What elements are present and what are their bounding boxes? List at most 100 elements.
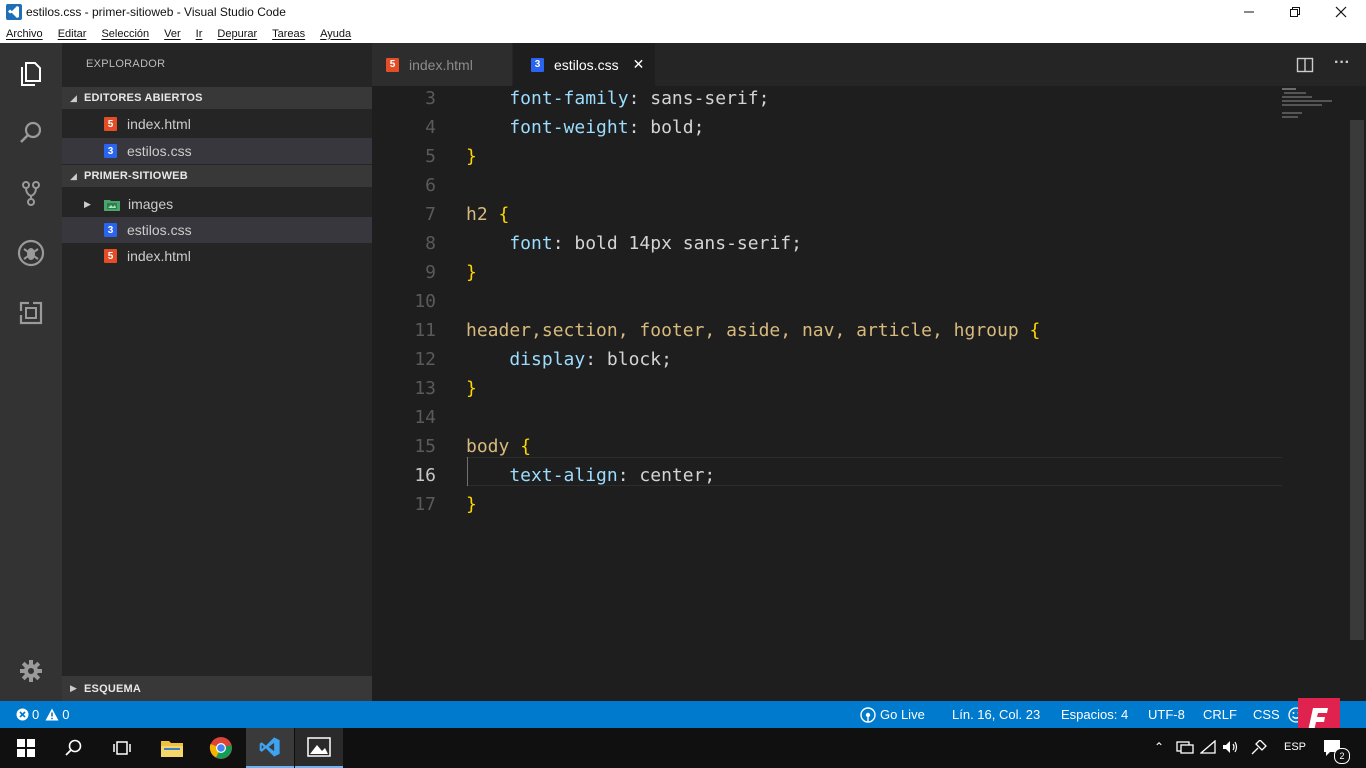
outline-label: ESQUEMA <box>84 682 142 695</box>
code-line[interactable]: body { <box>466 432 531 461</box>
code-editor[interactable]: 3 font-family: sans-serif; 4 font-weight:… <box>372 86 1366 701</box>
status-bar: 0 0 Go Live Lín. 16, Col. 23 Espacios: 4… <box>0 701 1366 728</box>
menu-tareas[interactable]: Tareas <box>270 28 307 40</box>
split-editor-icon[interactable] <box>1296 56 1314 74</box>
chevron-down-icon: ◢ <box>70 170 77 181</box>
line-number: 17 <box>414 494 436 515</box>
line-number: 6 <box>425 175 436 196</box>
menu-bar: Archivo Editar Selección Ver Ir Depurar … <box>0 24 1366 43</box>
menu-ayuda[interactable]: Ayuda <box>318 28 353 40</box>
extensions-icon[interactable] <box>15 297 47 329</box>
chrome-icon[interactable] <box>197 728 245 768</box>
vertical-scrollbar[interactable] <box>1350 120 1364 640</box>
code-line[interactable]: display: block; <box>466 345 672 374</box>
wifi-icon[interactable] <box>1199 739 1216 759</box>
code-line[interactable]: } <box>466 374 477 403</box>
code-token: } <box>466 378 477 399</box>
code-line[interactable]: font-family: sans-serif; <box>466 84 769 113</box>
photos-icon[interactable] <box>295 728 343 768</box>
code-line[interactable]: font: bold 14px sans-serif; <box>466 229 802 258</box>
code-line[interactable]: h2 { <box>466 200 509 229</box>
task-view-icon[interactable] <box>98 728 146 768</box>
close-tab-icon[interactable]: ✕ <box>633 56 645 73</box>
show-hidden-icons-icon[interactable]: ⌃ <box>1154 740 1164 754</box>
settings-gear-icon[interactable] <box>15 655 47 687</box>
more-actions-icon[interactable]: ··· <box>1334 54 1350 72</box>
image-folder-icon <box>104 198 120 211</box>
outline-header[interactable]: ▶ ESQUEMA <box>62 676 372 701</box>
menu-depurar[interactable]: Depurar <box>215 28 259 40</box>
menu-ver[interactable]: Ver <box>162 28 183 40</box>
minimize-button[interactable] <box>1226 0 1272 24</box>
tab-label: estilos.css <box>554 56 619 73</box>
cursor-position[interactable]: Lín. 16, Col. 23 <box>952 701 1040 728</box>
explorer-icon[interactable] <box>15 57 47 89</box>
restore-button[interactable] <box>1272 0 1318 24</box>
code-line[interactable]: font-weight: bold; <box>466 113 704 142</box>
menu-editar[interactable]: Editar <box>56 28 89 40</box>
menu-archivo[interactable]: Archivo <box>4 28 45 40</box>
code-token: : block; <box>585 349 672 370</box>
volume-icon[interactable] <box>1222 740 1240 759</box>
indentation-setting[interactable]: Espacios: 4 <box>1061 701 1128 728</box>
tree-item-images[interactable]: ▶ images <box>62 191 372 217</box>
code-token: : bold; <box>628 117 705 138</box>
language-indicator[interactable]: ESP <box>1284 741 1306 753</box>
window-title: estilos.css - primer-sitioweb - Visual S… <box>26 5 286 19</box>
menu-seleccion[interactable]: Selección <box>99 28 151 40</box>
line-number: 11 <box>414 320 436 341</box>
project-folder-header[interactable]: ◢ PRIMER-SITIOWEB <box>62 165 372 187</box>
line-number: 13 <box>414 378 436 399</box>
notification-count-badge: 2 <box>1334 748 1350 764</box>
code-line[interactable]: } <box>466 142 477 171</box>
problems-indicator[interactable]: 0 0 <box>16 701 69 728</box>
error-count: 0 <box>32 707 40 722</box>
open-editor-estilos-css[interactable]: 3 estilos.css <box>62 138 372 164</box>
source-control-icon[interactable] <box>15 177 47 209</box>
tree-item-estilos-css[interactable]: 3 estilos.css <box>62 217 372 243</box>
file-explorer-icon[interactable] <box>148 728 196 768</box>
line-number: 16 <box>414 465 436 486</box>
close-window-button[interactable] <box>1318 0 1364 24</box>
code-token: display <box>466 349 586 370</box>
debug-icon[interactable] <box>15 237 47 269</box>
vscode-icon[interactable] <box>246 728 294 768</box>
line-number: 7 <box>425 204 436 225</box>
code-line[interactable]: } <box>466 258 477 287</box>
search-icon[interactable] <box>15 117 47 149</box>
code-token: body <box>466 436 521 457</box>
tray-app-icon[interactable] <box>1250 739 1268 761</box>
html5-file-icon: 5 <box>104 249 117 263</box>
search-icon[interactable] <box>50 728 98 768</box>
network-icon[interactable] <box>1176 740 1194 759</box>
eol-setting[interactable]: CRLF <box>1203 701 1237 728</box>
minimap[interactable] <box>1280 86 1340 126</box>
encoding-setting[interactable]: UTF-8 <box>1148 701 1185 728</box>
css3-file-icon: 3 <box>531 57 544 72</box>
chevron-down-icon: ◢ <box>70 92 77 103</box>
code-token: : center; <box>617 465 716 486</box>
code-token: font-weight <box>466 117 629 138</box>
code-line[interactable]: text-align: center; <box>466 461 715 490</box>
open-editor-index-html[interactable]: 5 index.html <box>62 111 372 137</box>
go-live-button[interactable]: Go Live <box>860 701 925 728</box>
chevron-right-icon: ▶ <box>84 198 91 209</box>
code-line[interactable]: } <box>466 490 477 519</box>
tree-item-index-html[interactable]: 5 index.html <box>62 243 372 269</box>
windows-start-icon[interactable] <box>2 728 50 768</box>
line-number: 15 <box>414 436 436 457</box>
code-token: header,section, footer, aside, nav, arti… <box>466 320 1030 341</box>
warning-count: 0 <box>62 707 70 722</box>
tab-estilos-css[interactable]: 3 estilos.css ✕ <box>513 43 655 86</box>
tab-index-html[interactable]: 5 index.html <box>372 43 512 86</box>
code-token: h2 <box>466 204 499 225</box>
line-number: 9 <box>425 262 436 283</box>
code-token: font-family <box>466 88 629 109</box>
go-live-label: Go Live <box>880 707 925 722</box>
code-token: : sans-serif; <box>628 88 770 109</box>
open-editors-header[interactable]: ◢ EDITORES ABIERTOS <box>62 87 372 109</box>
code-line[interactable]: header,section, footer, aside, nav, arti… <box>466 316 1040 345</box>
folder-name: images <box>128 196 174 212</box>
menu-ir[interactable]: Ir <box>194 28 205 40</box>
language-mode[interactable]: CSS <box>1253 701 1280 728</box>
